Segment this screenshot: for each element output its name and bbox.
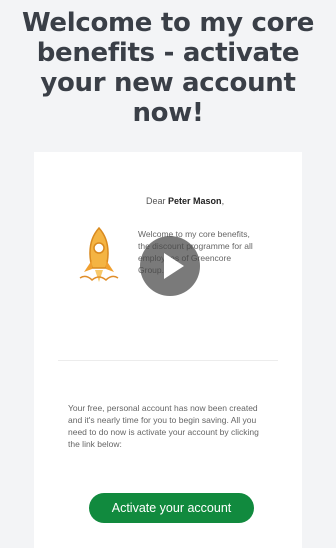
greeting: Dear Peter Mason, — [146, 196, 224, 206]
play-icon[interactable] — [140, 236, 200, 296]
greeting-suffix: , — [221, 196, 225, 206]
activate-account-button[interactable]: Activate your account — [89, 493, 254, 523]
email-card: Dear Peter Mason, Welcome to my core ben… — [34, 152, 302, 548]
body-text: Your free, personal account has now been… — [68, 403, 259, 449]
divider — [58, 360, 278, 361]
rocket-icon — [79, 226, 119, 282]
page-title: Welcome to my core benefits - activate y… — [21, 8, 315, 128]
recipient-name: Peter Mason — [168, 196, 222, 206]
greeting-prefix: Dear — [146, 196, 166, 206]
email-preview: Welcome to my core benefits - activate y… — [0, 0, 336, 548]
